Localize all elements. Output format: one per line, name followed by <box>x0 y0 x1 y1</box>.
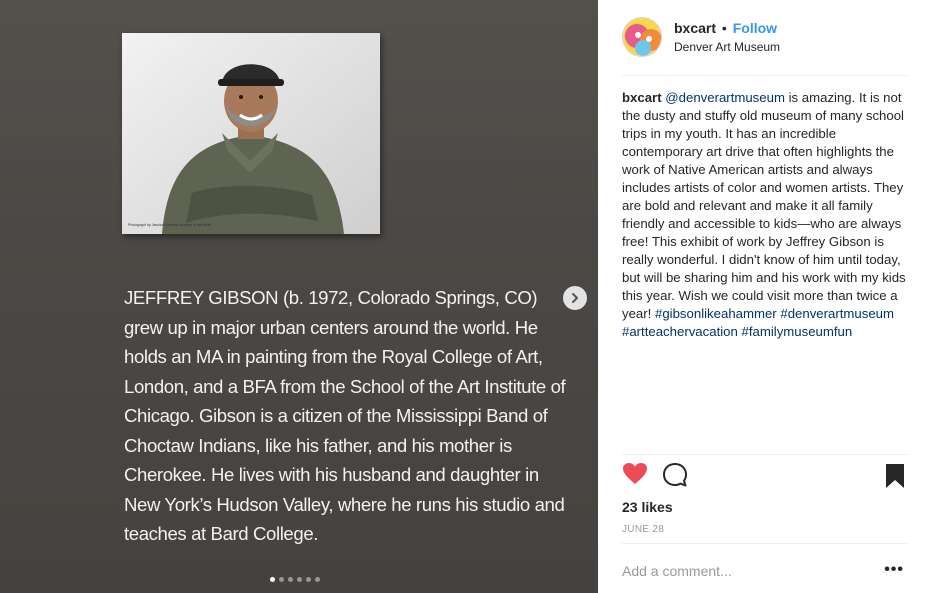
hashtag-link[interactable]: #artteachervacation <box>622 324 738 339</box>
more-options-button[interactable]: ••• <box>884 561 904 579</box>
separator-dot: • <box>721 20 727 36</box>
post-side-panel: bxcart • Follow Denver Art Museum bxcart… <box>598 0 930 593</box>
follow-button[interactable]: Follow <box>733 20 777 36</box>
location-link[interactable]: Denver Art Museum <box>674 39 780 55</box>
carousel-indicator <box>270 577 320 582</box>
artist-photo-illustration <box>122 33 380 234</box>
username-link[interactable]: bxcart <box>674 20 716 36</box>
post-actions <box>622 462 908 492</box>
hashtag-link[interactable]: #familymuseumfun <box>742 324 853 339</box>
comment-input[interactable] <box>622 560 872 582</box>
carousel-dot <box>297 577 302 582</box>
exhibit-placard-text: JEFFREY GIBSON (b. 1972, Colorado Spring… <box>124 287 566 544</box>
carousel-dot <box>279 577 284 582</box>
carousel-dot <box>288 577 293 582</box>
mention-link[interactable]: @denverartmuseum <box>665 90 785 105</box>
post-header: bxcart • Follow Denver Art Museum <box>622 16 780 58</box>
carousel-dot <box>270 577 275 582</box>
heart-filled-icon <box>623 463 647 484</box>
artist-photo: Photograph by Jessica Shinking courtesy … <box>122 33 380 234</box>
post-date[interactable]: JUNE 28 <box>622 524 664 535</box>
comment-button[interactable] <box>662 462 688 493</box>
caption-username-link[interactable]: bxcart <box>622 90 662 105</box>
avatar[interactable] <box>622 17 662 57</box>
chevron-right-icon <box>572 293 578 303</box>
hashtag-link[interactable]: #gibsonlikeahammer <box>655 306 777 321</box>
hashtag-link[interactable]: #denverartmuseum <box>780 306 894 321</box>
carousel-dot <box>315 577 320 582</box>
save-button[interactable] <box>885 463 905 494</box>
post-caption: bxcart @denverartmuseum is amazing. It i… <box>622 89 912 341</box>
carousel-dot <box>306 577 311 582</box>
caption-body: is amazing. It is not the dusty and stuf… <box>622 90 906 321</box>
likes-count[interactable]: 23 likes <box>622 499 673 515</box>
post-media[interactable]: Photograph by Jessica Shinking courtesy … <box>0 0 598 593</box>
actions-divider <box>622 454 908 455</box>
comment-divider <box>622 543 908 544</box>
like-button[interactable] <box>622 462 648 491</box>
comment-box: ••• <box>622 560 908 582</box>
avatar-image <box>623 18 661 56</box>
photo-credit: Photograph by Jessica Shinking courtesy … <box>128 223 211 227</box>
bookmark-filled-icon <box>886 464 904 488</box>
next-image-button[interactable] <box>563 286 587 310</box>
comment-bubble-icon <box>663 463 687 487</box>
header-divider <box>622 75 908 76</box>
